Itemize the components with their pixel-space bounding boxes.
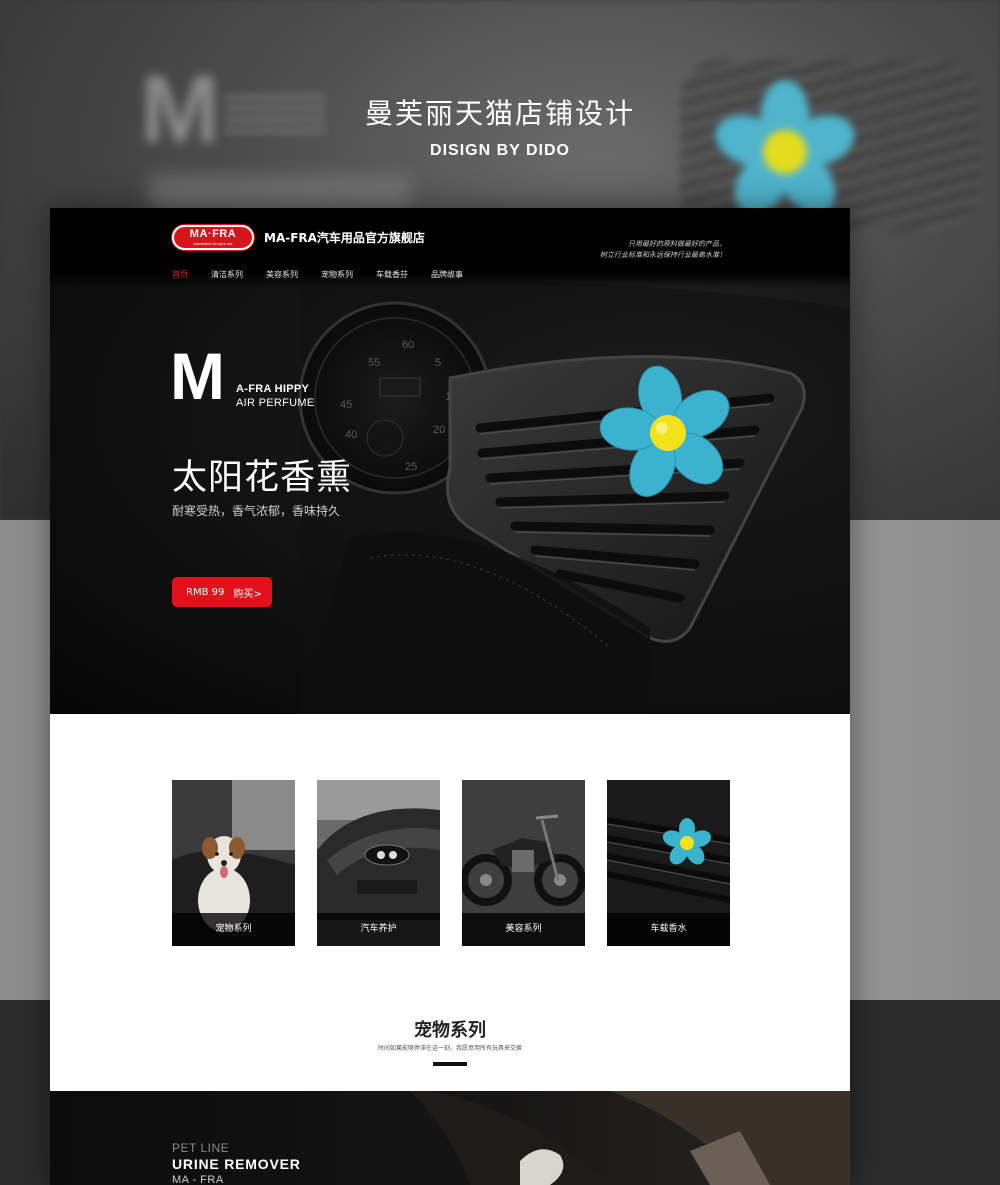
hero-banner: 5560 510 2025 4540 (50, 208, 850, 714)
store-slogan: 只用最好的原料做最好的产品， 树立行业标准和永远保持行业最高水准！ (600, 239, 726, 261)
logo-text: MA·FRA (189, 228, 237, 240)
svg-text:25: 25 (405, 461, 417, 473)
category-label: 汽车养护 (317, 913, 440, 946)
store-name[interactable]: MA-FRA汽车用品官方旗舰店 (264, 229, 425, 246)
banner-line-2: URINE REMOVER (172, 1156, 301, 1172)
mafra-logo[interactable]: MA·FRA cosmetics for your car (172, 225, 254, 250)
page-heading: 曼芙丽天猫店铺设计 (364, 97, 635, 130)
category-label: 车载香水 (607, 913, 730, 946)
category-card-car-care[interactable]: 汽车养护 (317, 780, 440, 946)
nav-item-pet[interactable]: 宠物系列 (321, 269, 353, 280)
svg-text:55: 55 (368, 357, 380, 369)
svg-text:45: 45 (340, 399, 352, 411)
main-nav: 首页 清洁系列 美容系列 宠物系列 车载香芬 品牌故事 (172, 269, 486, 280)
banner-line-1: PET LINE (172, 1141, 230, 1155)
nav-item-cleaning[interactable]: 清洁系列 (211, 269, 243, 280)
buy-label: 购买> (233, 588, 262, 600)
slogan-line-2: 树立行业标准和永远保持行业最高水准！ (600, 251, 726, 259)
buy-price: RMB 99 (186, 586, 225, 598)
hero-big-letter: M (170, 339, 225, 413)
hero-title: 太阳花香熏 (172, 458, 353, 498)
svg-text:20: 20 (433, 424, 445, 436)
category-grid: 宠物系列 汽车养护 美容系列 车载香水 (172, 780, 730, 946)
category-label: 宠物系列 (172, 913, 295, 946)
hero-product-line2: AIR PERFUME (236, 397, 315, 409)
hero-subtitle: 耐寒受热，香气浓郁，香味持久 (172, 504, 341, 518)
section-title: 宠物系列 (414, 1020, 486, 1041)
nav-item-car-fragrance[interactable]: 车载香芬 (376, 269, 408, 280)
category-label: 美容系列 (462, 913, 585, 946)
svg-text:60: 60 (402, 339, 414, 351)
page-subheading: DISIGN BY DIDO (430, 142, 570, 159)
category-card-pet[interactable]: 宠物系列 (172, 780, 295, 946)
nav-item-beauty[interactable]: 美容系列 (266, 269, 298, 280)
nav-item-brand-story[interactable]: 品牌故事 (431, 269, 463, 280)
section-subtitle: 时间如果能够停滞在这一刻，我愿意用所有玩具来交换 (377, 1045, 522, 1052)
svg-text:40: 40 (345, 429, 357, 441)
nav-item-home[interactable]: 首页 (172, 269, 188, 280)
leather-seat-icon (410, 1091, 850, 1185)
pet-line-banner[interactable]: PET LINE URINE REMOVER MA - FRA (50, 1091, 850, 1185)
category-card-car-perfume[interactable]: 车载香水 (607, 780, 730, 946)
section-divider (433, 1062, 467, 1066)
svg-text:5: 5 (435, 357, 441, 369)
category-card-beauty[interactable]: 美容系列 (462, 780, 585, 946)
store-page-card: 5560 510 2025 4540 (50, 208, 850, 1185)
logo-tagline: cosmetics for your car (193, 241, 233, 246)
slogan-line-1: 只用最好的原料做最好的产品， (628, 240, 726, 248)
banner-line-3: MA - FRA (172, 1174, 224, 1185)
buy-button[interactable]: RMB 99 购买> (172, 577, 272, 607)
hero-product-line1: A-FRA HIPPY (236, 383, 310, 395)
